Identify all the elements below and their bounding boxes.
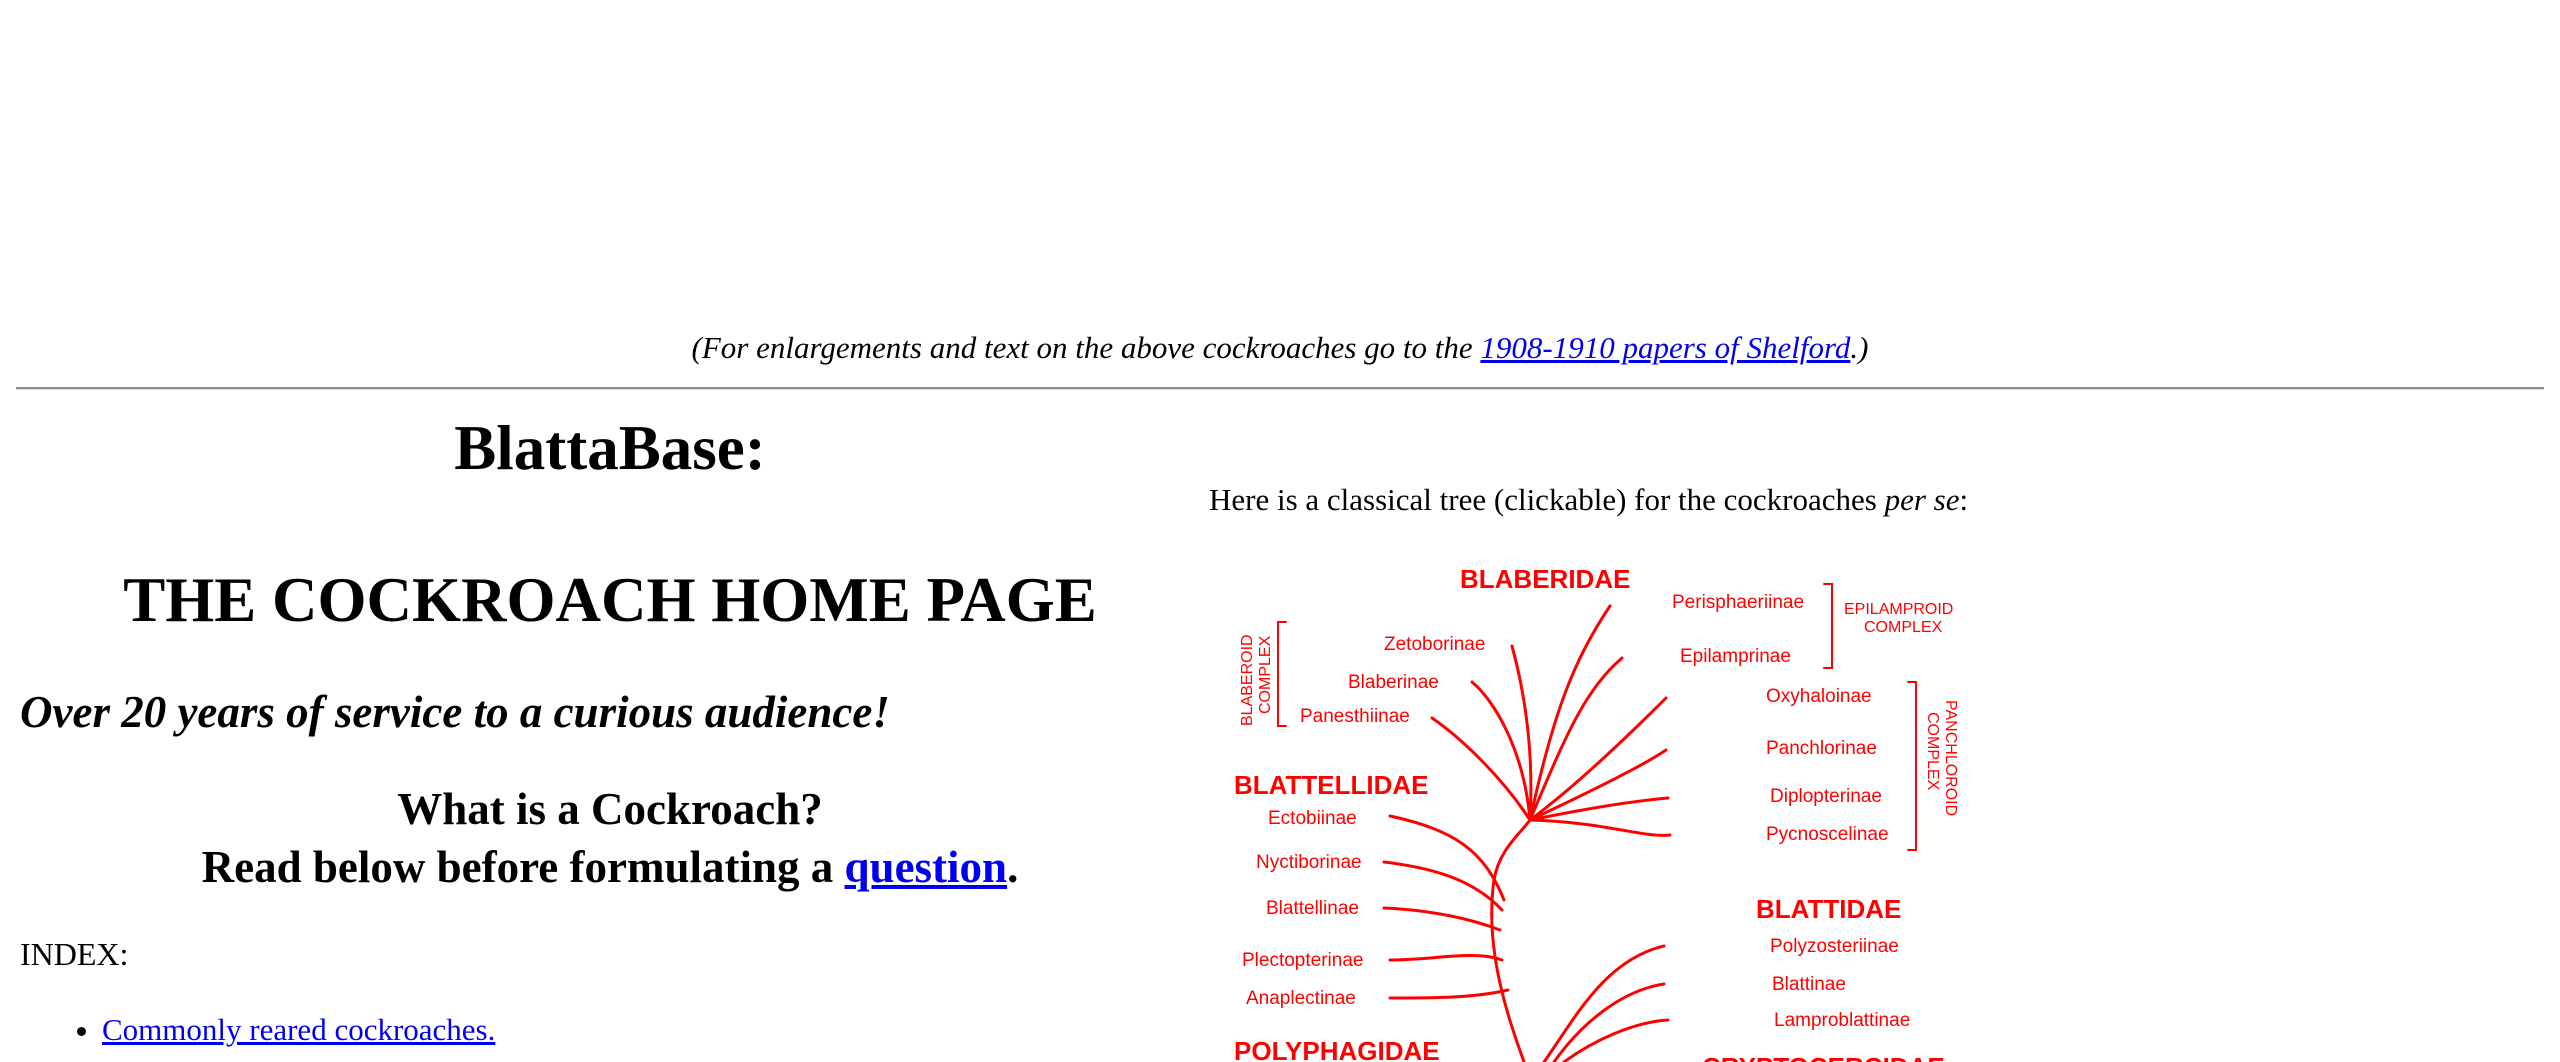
subfamily-label[interactable]: Zetoborinae bbox=[1384, 634, 1485, 655]
subfamily-label[interactable]: Blattellinae bbox=[1266, 898, 1359, 919]
what-line-1: What is a Cockroach? bbox=[397, 784, 823, 834]
subfamily-label[interactable]: Oxyhaloinae bbox=[1766, 686, 1872, 707]
subfamily-label[interactable]: Epilamprinae bbox=[1680, 646, 1791, 667]
what-line-2: Read below before formulating a question… bbox=[0, 838, 1220, 896]
subfamily-label[interactable]: Nyctiborinae bbox=[1256, 852, 1362, 873]
caption-text-after: .) bbox=[1850, 330, 1869, 365]
cockroach-phylogeny-tree[interactable]: BLABERIDAE BLATTELLIDAE BLATTIDAE POLYPH… bbox=[1224, 550, 1984, 1062]
tree-intro-italic: per se bbox=[1884, 482, 1960, 517]
branch-ectobiinae bbox=[1388, 814, 1506, 902]
family-label[interactable]: CRYPTOCERCIDAE bbox=[1702, 1052, 1945, 1062]
branch-blaberinae bbox=[1470, 680, 1532, 822]
complex-label: COMPLEX bbox=[1924, 712, 1941, 791]
subfamily-label[interactable]: Anaplectinae bbox=[1246, 988, 1356, 1009]
horizontal-divider bbox=[16, 387, 2544, 390]
what-line-2-text: Read below before formulating a bbox=[201, 842, 845, 892]
bracket-panchloroid bbox=[1907, 681, 1917, 851]
family-label[interactable]: BLATTIDAE bbox=[1756, 894, 1901, 924]
shelford-papers-link[interactable]: 1908-1910 papers of Shelford bbox=[1480, 330, 1850, 365]
tree-trunk bbox=[1490, 878, 1526, 1062]
branch-pycnoscelinae bbox=[1528, 818, 1672, 837]
page-title-home: THE COCKROACH HOME PAGE bbox=[123, 565, 1097, 635]
subfamily-label[interactable]: Panchlorinae bbox=[1766, 738, 1877, 759]
index-list: Commonly reared cockroaches. bbox=[0, 1010, 495, 1050]
subfamily-label[interactable]: Panesthiinae bbox=[1300, 706, 1410, 727]
tree-intro-text: Here is a classical tree (clickable) for… bbox=[1209, 482, 1885, 517]
branch-polyzosteriinae bbox=[1542, 944, 1666, 1062]
complex-label: BLABEROID bbox=[1239, 634, 1256, 726]
subfamily-label[interactable]: Lamproblattinae bbox=[1774, 1010, 1910, 1031]
branch-panesthiinae bbox=[1430, 716, 1532, 822]
page-title-blattabase: BlattaBase: bbox=[454, 413, 766, 483]
branch-plectopterinae bbox=[1388, 954, 1504, 962]
branch-panchlorinae bbox=[1528, 748, 1668, 822]
complex-label: COMPLEX bbox=[1257, 635, 1274, 714]
tree-intro: Here is a classical tree (clickable) for… bbox=[1209, 480, 1968, 520]
complex-label: PANCHLOROID bbox=[1942, 700, 1959, 816]
tagline: Over 20 years of service to a curious au… bbox=[20, 687, 890, 737]
branch-nyctiborinae bbox=[1382, 860, 1504, 912]
commonly-reared-link[interactable]: Commonly reared cockroaches. bbox=[102, 1012, 495, 1047]
bracket-epilamproid bbox=[1823, 583, 1833, 669]
branch-epilamprinae bbox=[1528, 656, 1624, 822]
subfamily-label[interactable]: Diplopterinae bbox=[1770, 786, 1882, 807]
branch-lamproblattinae bbox=[1562, 1018, 1670, 1062]
tree-intro-colon: : bbox=[1959, 482, 1969, 517]
complex-label: EPILAMPROID bbox=[1844, 601, 1953, 618]
subfamily-label[interactable]: Pycnoscelinae bbox=[1766, 824, 1889, 845]
branch-blattellinae bbox=[1382, 906, 1502, 932]
tree-trunk-upper bbox=[1492, 818, 1532, 882]
shelford-caption: (For enlargements and text on the above … bbox=[0, 330, 2560, 366]
family-label[interactable]: POLYPHAGIDAE bbox=[1234, 1036, 1440, 1062]
branch-anaplectinae bbox=[1388, 988, 1510, 1000]
index-item: Commonly reared cockroaches. bbox=[102, 1010, 495, 1050]
subfamily-label[interactable]: Ectobiinae bbox=[1268, 808, 1357, 829]
subfamily-label[interactable]: Plectopterinae bbox=[1242, 950, 1363, 971]
subfamily-label[interactable]: Blaberinae bbox=[1348, 672, 1439, 693]
what-line-2-period: . bbox=[1007, 842, 1019, 892]
question-link[interactable]: question bbox=[845, 842, 1008, 892]
subfamily-label[interactable]: Perisphaeriinae bbox=[1672, 592, 1804, 613]
subfamily-label[interactable]: Polyzosteriinae bbox=[1770, 936, 1899, 957]
complex-label: COMPLEX bbox=[1864, 619, 1943, 636]
subfamily-label[interactable]: Blattinae bbox=[1772, 974, 1846, 995]
family-label[interactable]: BLATTELLIDAE bbox=[1234, 770, 1429, 800]
what-is-cockroach-heading: What is a Cockroach? Read below before f… bbox=[0, 780, 1220, 896]
bracket-blaberoid bbox=[1277, 621, 1287, 727]
caption-text-before: (For enlargements and text on the above … bbox=[691, 330, 1481, 365]
family-label[interactable]: BLABERIDAE bbox=[1460, 564, 1630, 594]
index-label: INDEX: bbox=[20, 936, 129, 972]
